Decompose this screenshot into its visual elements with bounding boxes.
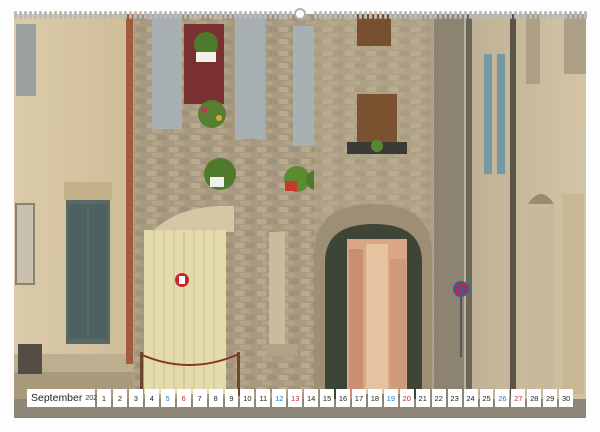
day-cell: 16 — [336, 389, 350, 407]
day-cell: 7 — [192, 389, 207, 407]
day-cell: 28 — [527, 389, 542, 407]
day-cell: 26 — [495, 389, 510, 407]
day-cell: 15 — [320, 389, 335, 407]
day-cell: 14 — [304, 389, 319, 407]
hanger-hole-icon — [294, 8, 306, 20]
day-cell: 5 — [160, 389, 175, 407]
shutter-window-icon — [16, 24, 36, 96]
day-cell: 27 — [511, 389, 526, 407]
day-cell: 13 — [288, 389, 303, 407]
day-cell: 9 — [224, 389, 239, 407]
calendar-page: September 2026 1 2 3 4 5 6 7 8 9 10 11 12 13 14 15 16 17… — [0, 0, 600, 432]
month-label: September 2026 — [27, 389, 101, 407]
day-cell: 29 — [543, 389, 558, 407]
day-cell: 1 — [97, 389, 111, 407]
day-cell: 30 — [559, 389, 574, 407]
day-cell: 22 — [431, 389, 446, 407]
day-cell: 19 — [383, 389, 398, 407]
street-photo — [14, 14, 586, 418]
day-cell: 3 — [128, 389, 143, 407]
day-cell: 20 — [399, 389, 414, 407]
day-cell: 11 — [256, 389, 271, 407]
day-cell: 23 — [447, 389, 462, 407]
day-cell: 17 — [352, 389, 366, 407]
day-cell: 4 — [144, 389, 159, 407]
day-cell: 6 — [176, 389, 191, 407]
old-town-alley-illustration — [14, 14, 586, 418]
day-cell: 25 — [479, 389, 494, 407]
calendar-strip: September 2026 1 2 3 4 5 6 7 8 9 10 11 12 13 14 15 16 17… — [27, 389, 574, 407]
day-cell: 10 — [240, 389, 255, 407]
month-name: September — [31, 392, 83, 404]
day-cell: 21 — [415, 389, 430, 407]
day-cell: 2 — [112, 389, 127, 407]
day-cell: 18 — [367, 389, 382, 407]
shutter-window-icon — [152, 14, 182, 129]
day-cell: 24 — [463, 389, 478, 407]
drain-pipe — [126, 14, 133, 364]
day-cell: 12 — [272, 389, 287, 407]
day-cell: 8 — [208, 389, 223, 407]
